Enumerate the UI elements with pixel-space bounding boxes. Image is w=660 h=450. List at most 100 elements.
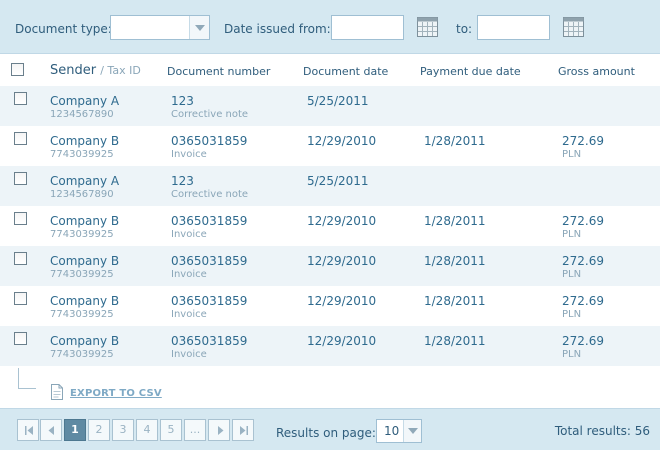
date-from-label: Date issued from: — [224, 22, 331, 36]
document-type: Invoice — [171, 229, 207, 240]
document-date: 12/29/2010 — [307, 294, 377, 308]
currency: PLN — [562, 229, 582, 240]
tax-id: 7743039925 — [50, 229, 114, 240]
document-date: 12/29/2010 — [307, 254, 377, 268]
sender-name[interactable]: Company B — [50, 334, 119, 348]
currency: PLN — [562, 269, 582, 280]
row-checkbox[interactable] — [14, 252, 27, 265]
pagination-bar: 1 2 3 4 5 ... Results on page: 10 Total … — [0, 408, 660, 450]
currency: PLN — [562, 349, 582, 360]
column-header-document-date[interactable]: Document date — [303, 65, 388, 78]
page-button-1[interactable]: 1 — [64, 419, 86, 441]
document-number[interactable]: 0365031859 — [171, 334, 247, 348]
row-checkbox[interactable] — [14, 92, 27, 105]
tax-id: 7743039925 — [50, 309, 114, 320]
document-type: Invoice — [171, 309, 207, 320]
table-row[interactable]: Company B 7743039925 0365031859 Invoice … — [0, 246, 660, 286]
date-to-input[interactable] — [477, 15, 550, 40]
column-header-payment-due-date[interactable]: Payment due date — [420, 65, 521, 78]
document-date: 5/25/2011 — [307, 174, 369, 188]
select-all-checkbox[interactable] — [11, 63, 24, 76]
export-to-csv-link[interactable]: EXPORT TO CSV — [70, 388, 162, 399]
gross-amount: 272.69 — [562, 134, 604, 148]
last-page-icon — [240, 426, 248, 435]
row-checkbox[interactable] — [14, 172, 27, 185]
chevron-left-icon — [48, 426, 54, 435]
document-number[interactable]: 0365031859 — [171, 214, 247, 228]
row-checkbox[interactable] — [14, 332, 27, 345]
date-from-input[interactable] — [331, 15, 404, 40]
column-header-document-number[interactable]: Document number — [167, 65, 270, 78]
tax-id-header-label: / Tax ID — [100, 64, 141, 77]
payment-due-date: 1/28/2011 — [424, 294, 486, 308]
table-row[interactable]: Company B 7743039925 0365031859 Invoice … — [0, 286, 660, 326]
document-icon[interactable] — [50, 384, 64, 400]
document-type-select[interactable] — [110, 15, 210, 40]
document-number[interactable]: 0365031859 — [171, 294, 247, 308]
document-number[interactable]: 0365031859 — [171, 254, 247, 268]
document-type: Invoice — [171, 269, 207, 280]
sender-name[interactable]: Company B — [50, 134, 119, 148]
next-page-button[interactable] — [208, 419, 230, 441]
tax-id: 7743039925 — [50, 269, 114, 280]
page-button-3[interactable]: 3 — [112, 419, 134, 441]
tree-connector-line — [18, 368, 36, 389]
calendar-icon[interactable] — [417, 17, 438, 37]
document-type: Corrective note — [171, 109, 249, 120]
table-row[interactable]: Company B 7743039925 0365031859 Invoice … — [0, 206, 660, 246]
document-date: 12/29/2010 — [307, 214, 377, 228]
payment-due-date: 1/28/2011 — [424, 214, 486, 228]
table-header: Sender / Tax ID Document number Document… — [0, 54, 660, 86]
row-checkbox[interactable] — [14, 212, 27, 225]
document-number[interactable]: 123 — [171, 94, 194, 108]
results-on-page-label: Results on page: — [276, 426, 376, 440]
column-header-gross-amount[interactable]: Gross amount — [558, 65, 635, 78]
table-row[interactable]: Company A 1234567890 123 Corrective note… — [0, 166, 660, 206]
chevron-right-icon — [218, 426, 224, 435]
first-page-button[interactable] — [17, 419, 39, 441]
sender-name[interactable]: Company A — [50, 94, 119, 108]
row-checkbox[interactable] — [14, 132, 27, 145]
page-button-2[interactable]: 2 — [88, 419, 110, 441]
sender-name[interactable]: Company B — [50, 214, 119, 228]
results-on-page-select[interactable]: 10 — [376, 419, 422, 443]
sender-header-label: Sender — [50, 63, 97, 78]
gross-amount: 272.69 — [562, 254, 604, 268]
document-date: 12/29/2010 — [307, 334, 377, 348]
results-on-page-value: 10 — [384, 424, 400, 438]
sender-name[interactable]: Company B — [50, 294, 119, 308]
gross-amount: 272.69 — [562, 214, 604, 228]
document-type-label: Document type: — [15, 22, 112, 36]
page-button-ellipsis[interactable]: ... — [184, 419, 206, 441]
tax-id: 7743039925 — [50, 149, 114, 160]
document-date: 12/29/2010 — [307, 134, 377, 148]
tax-id: 1234567890 — [50, 189, 114, 200]
last-page-button[interactable] — [232, 419, 254, 441]
document-type: Corrective note — [171, 189, 249, 200]
total-results: Total results: 56 — [554, 424, 650, 438]
payment-due-date: 1/28/2011 — [424, 334, 486, 348]
document-type: Invoice — [171, 349, 207, 360]
tax-id: 7743039925 — [50, 349, 114, 360]
document-number[interactable]: 0365031859 — [171, 134, 247, 148]
table-row[interactable]: Company B 7743039925 0365031859 Invoice … — [0, 126, 660, 166]
sender-name[interactable]: Company A — [50, 174, 119, 188]
page-button-4[interactable]: 4 — [136, 419, 158, 441]
document-date: 5/25/2011 — [307, 94, 369, 108]
currency: PLN — [562, 149, 582, 160]
chevron-down-icon[interactable] — [189, 16, 209, 39]
chevron-down-icon[interactable] — [403, 420, 421, 442]
gross-amount: 272.69 — [562, 334, 604, 348]
table-row[interactable]: Company A 1234567890 123 Corrective note… — [0, 86, 660, 126]
filter-bar: Document type: Date issued from: to: — [0, 0, 660, 54]
previous-page-button[interactable] — [40, 419, 62, 441]
table-row[interactable]: Company B 7743039925 0365031859 Invoice … — [0, 326, 660, 366]
document-type: Invoice — [171, 149, 207, 160]
column-header-sender[interactable]: Sender / Tax ID — [50, 63, 141, 78]
row-checkbox[interactable] — [14, 292, 27, 305]
calendar-icon[interactable] — [563, 17, 584, 37]
sender-name[interactable]: Company B — [50, 254, 119, 268]
page-button-5[interactable]: 5 — [160, 419, 182, 441]
date-to-label: to: — [456, 22, 473, 36]
document-number[interactable]: 123 — [171, 174, 194, 188]
